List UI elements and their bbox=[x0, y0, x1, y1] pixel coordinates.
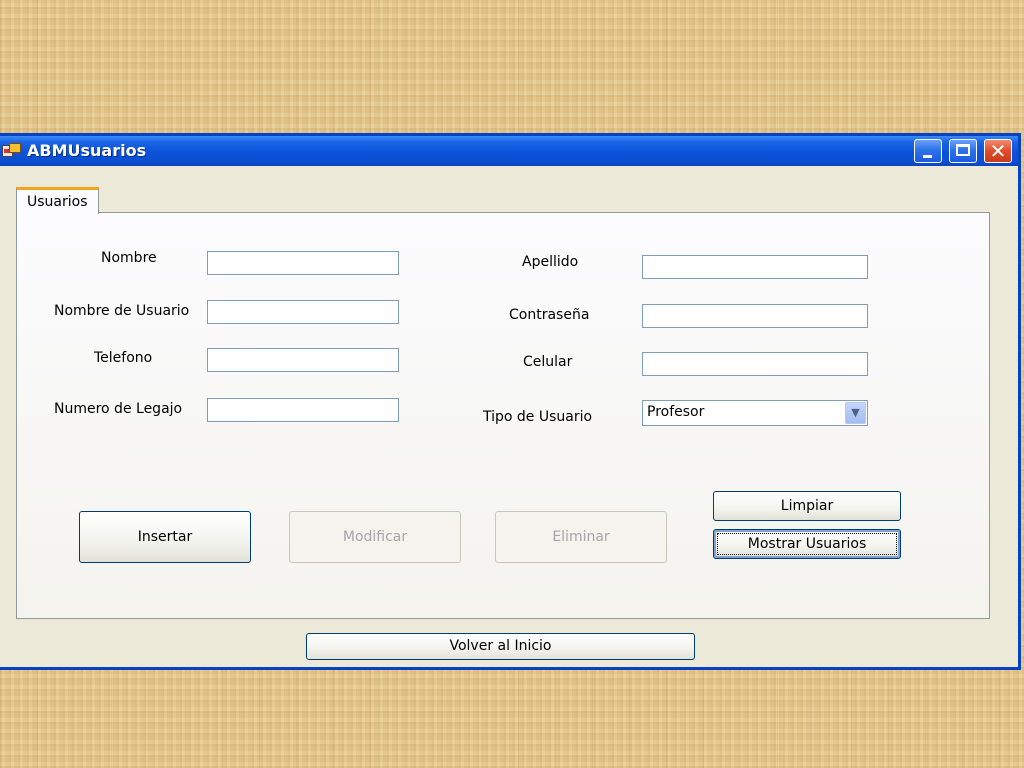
nombre-label: Nombre bbox=[101, 250, 157, 266]
minimize-icon bbox=[923, 155, 932, 158]
maximize-icon bbox=[956, 144, 970, 156]
tipo-usuario-select[interactable]: Profesor ▼ bbox=[642, 400, 868, 426]
window-title: ABMUsuarios bbox=[27, 141, 147, 160]
telefono-field[interactable] bbox=[207, 348, 399, 372]
volver-inicio-button[interactable]: Volver al Inicio bbox=[306, 633, 695, 660]
apellido-label: Apellido bbox=[522, 254, 579, 270]
insertar-button[interactable]: Insertar bbox=[79, 511, 251, 563]
app-icon[interactable] bbox=[2, 143, 21, 159]
close-icon: ✕ bbox=[989, 139, 1007, 163]
close-button[interactable]: ✕ bbox=[984, 139, 1012, 163]
numero-legajo-field[interactable] bbox=[207, 398, 399, 422]
abm-usuarios-window: ABMUsuarios ✕ Usuarios Nombre Nombre de … bbox=[0, 133, 1021, 670]
limpiar-button[interactable]: Limpiar bbox=[713, 491, 901, 521]
tipo-usuario-selected-value: Profesor bbox=[647, 404, 705, 420]
maximize-button[interactable] bbox=[949, 139, 977, 163]
window-client-area: Usuarios Nombre Nombre de Usuario Telefo… bbox=[0, 166, 1018, 667]
telefono-label: Telefono bbox=[94, 350, 153, 366]
eliminar-button[interactable]: Eliminar bbox=[495, 511, 667, 563]
focus-rectangle bbox=[717, 533, 897, 555]
tab-usuarios[interactable]: Usuarios bbox=[16, 187, 99, 214]
nombre-usuario-field[interactable] bbox=[207, 300, 399, 324]
chevron-down-icon[interactable]: ▼ bbox=[845, 402, 866, 424]
contrasena-label: Contraseña bbox=[509, 307, 590, 323]
tipo-usuario-label: Tipo de Usuario bbox=[483, 409, 593, 425]
celular-label: Celular bbox=[523, 354, 573, 370]
nombre-usuario-label: Nombre de Usuario bbox=[54, 303, 190, 319]
minimize-button[interactable] bbox=[914, 139, 942, 163]
usuarios-tab-panel: Nombre Nombre de Usuario Telefono Numero… bbox=[16, 212, 990, 619]
contrasena-field[interactable] bbox=[642, 304, 868, 328]
modificar-button[interactable]: Modificar bbox=[289, 511, 461, 563]
mostrar-usuarios-button[interactable]: Mostrar Usuarios bbox=[713, 529, 901, 559]
celular-field[interactable] bbox=[642, 352, 868, 376]
numero-legajo-label: Numero de Legajo bbox=[54, 401, 183, 417]
nombre-field[interactable] bbox=[207, 251, 399, 275]
apellido-field[interactable] bbox=[642, 255, 868, 279]
title-bar[interactable]: ABMUsuarios ✕ bbox=[0, 136, 1018, 166]
